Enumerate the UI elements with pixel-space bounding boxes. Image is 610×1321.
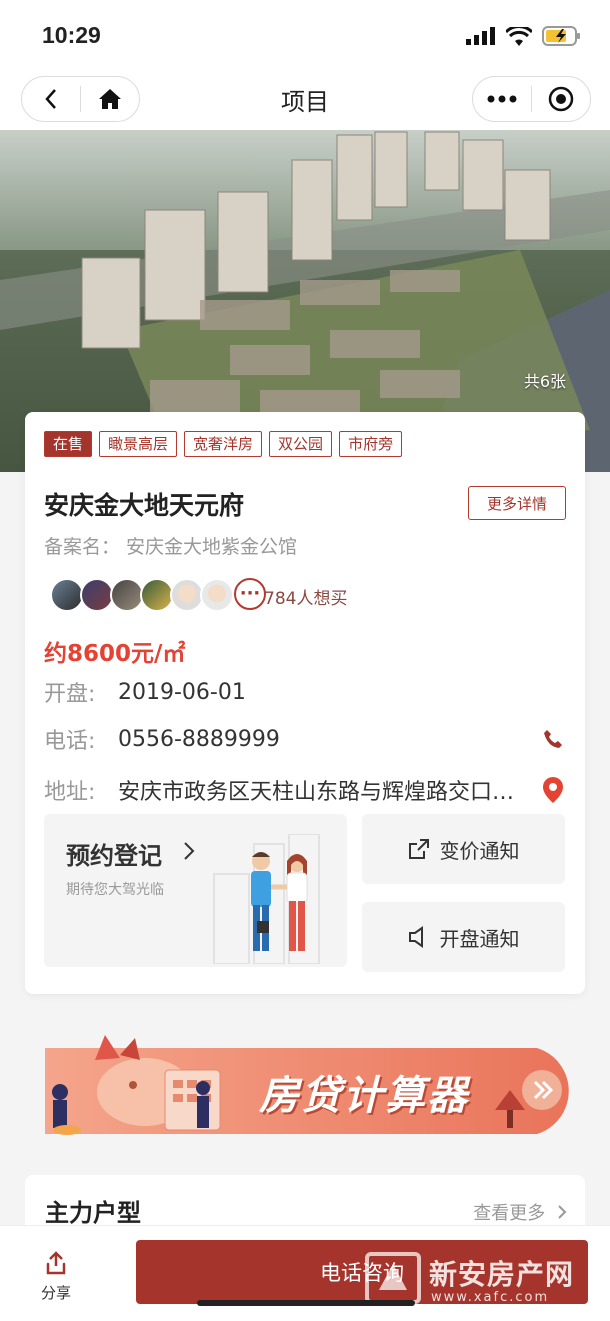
more-dots-icon bbox=[487, 95, 517, 103]
avatar bbox=[170, 578, 204, 612]
project-tags: 在售 瞰景高层 宽奢洋房 双公园 市府旁 bbox=[44, 431, 403, 457]
share-label: 分享 bbox=[40, 1284, 71, 1302]
chevron-right-icon bbox=[558, 1205, 567, 1219]
phone-icon[interactable] bbox=[542, 728, 564, 750]
avatar bbox=[110, 578, 144, 612]
tag-feature: 市府旁 bbox=[339, 431, 403, 457]
share-out-icon bbox=[408, 839, 429, 859]
banner-title: 房贷计算器 bbox=[259, 1073, 469, 1119]
share-icon bbox=[46, 1251, 66, 1275]
open-date-value: 2019-06-01 bbox=[118, 679, 246, 705]
status-bar: 10:29 bbox=[0, 0, 610, 70]
main-unit-types-section: 主力户型 查看更多 bbox=[25, 1175, 585, 1227]
tag-feature: 宽奢洋房 bbox=[184, 431, 263, 457]
open-date-row: 开盘: 2019-06-01 bbox=[44, 676, 564, 708]
battery-icon bbox=[542, 26, 580, 46]
wifi-icon bbox=[506, 26, 532, 46]
view-more-link[interactable]: 查看更多 bbox=[473, 1199, 567, 1225]
tag-on-sale: 在售 bbox=[44, 431, 93, 457]
price: 约8600元/㎡ bbox=[44, 641, 186, 667]
share-button[interactable]: 分享 bbox=[34, 1250, 78, 1303]
avatar bbox=[200, 578, 234, 612]
target-icon bbox=[548, 86, 574, 112]
nav-bar: 项目 bbox=[0, 70, 610, 130]
phone-row[interactable]: 电话: 0556-8889999 bbox=[44, 723, 564, 755]
speaker-icon bbox=[408, 926, 423, 948]
address-label: 地址: bbox=[44, 780, 96, 805]
chevron-right-icon bbox=[184, 842, 195, 860]
location-pin-icon[interactable] bbox=[542, 776, 564, 804]
open-date-label: 开盘: bbox=[44, 682, 96, 707]
watermark-name: 新安房产网 bbox=[429, 1258, 575, 1291]
view-more-label: 查看更多 bbox=[473, 1203, 546, 1224]
handshake-people-illustration bbox=[251, 852, 308, 951]
interested-users[interactable]: ··· bbox=[50, 578, 266, 612]
want-count: 784人想买 bbox=[264, 589, 348, 609]
watermark-logo bbox=[365, 1252, 421, 1304]
status-time: 10:29 bbox=[42, 22, 101, 48]
photo-count[interactable]: 共6张 bbox=[524, 368, 566, 392]
opening-notify-button[interactable]: 开盘通知 bbox=[362, 902, 565, 972]
appointment-title: 预约登记 bbox=[66, 842, 162, 870]
more-users-icon[interactable]: ··· bbox=[234, 578, 266, 610]
close-miniprogram-button[interactable] bbox=[532, 77, 590, 121]
address-value[interactable]: 安庆市政务区天柱山东路与辉煌路交口东南角 bbox=[118, 774, 542, 806]
menu-button[interactable] bbox=[473, 77, 531, 121]
price-change-notify-button[interactable]: 变价通知 bbox=[362, 814, 565, 884]
home-indicator bbox=[197, 1300, 415, 1306]
record-name: 备案名： 安庆金大地紫金公馆 bbox=[44, 536, 298, 558]
price-change-label: 变价通知 bbox=[439, 838, 520, 863]
avatar bbox=[50, 578, 84, 612]
project-info-card: 在售 瞰景高层 宽奢洋房 双公园 市府旁 安庆金大地天元府 更多详情 备案名： … bbox=[25, 412, 585, 994]
tag-feature: 双公园 bbox=[269, 431, 333, 457]
signal-icon bbox=[466, 27, 495, 45]
tag-feature: 瞰景高层 bbox=[99, 431, 178, 457]
avatar bbox=[140, 578, 174, 612]
address-row[interactable]: 地址: 安庆市政务区天柱山东路与辉煌路交口东南角 bbox=[44, 774, 564, 806]
mortgage-calculator-banner[interactable]: 房贷计算器 bbox=[25, 1030, 587, 1138]
more-details-button[interactable]: 更多详情 bbox=[468, 486, 566, 520]
section-title: 主力户型 bbox=[45, 1199, 141, 1227]
nav-right-capsule bbox=[472, 76, 591, 122]
appointment-subtitle: 期待您大驾光临 bbox=[66, 882, 164, 898]
project-name: 安庆金大地天元府 bbox=[44, 491, 245, 520]
avatar bbox=[80, 578, 114, 612]
appointment-card[interactable]: 预约登记 期待您大驾光临 bbox=[44, 814, 347, 967]
watermark-url: www.xafc.com bbox=[431, 1290, 550, 1305]
phone-value[interactable]: 0556-8889999 bbox=[118, 727, 542, 752]
phone-label: 电话: bbox=[44, 729, 96, 754]
system-icons bbox=[466, 26, 582, 46]
opening-notify-label: 开盘通知 bbox=[439, 926, 520, 951]
